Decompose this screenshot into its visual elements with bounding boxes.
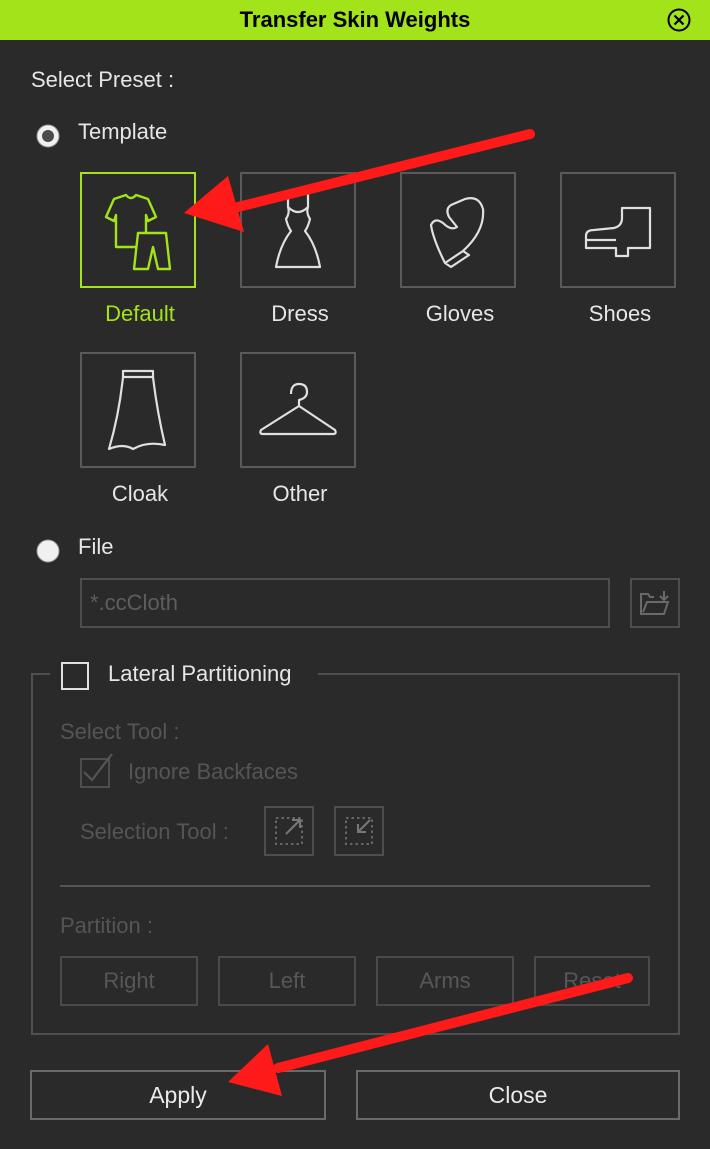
divider bbox=[60, 885, 650, 887]
selection-tool-label: Selection Tool : bbox=[80, 819, 229, 844]
close-circle-icon[interactable] bbox=[666, 7, 692, 33]
clothes-icon bbox=[104, 193, 172, 271]
file-path-input[interactable] bbox=[80, 578, 610, 628]
ignore-backfaces-label: Ignore Backfaces bbox=[128, 759, 298, 784]
partition-arms-button[interactable]: Arms bbox=[376, 956, 514, 1006]
template-dress-tile[interactable] bbox=[240, 172, 356, 288]
partition-left-button[interactable]: Left bbox=[218, 956, 356, 1006]
select-tool-label: Select Tool : bbox=[60, 719, 180, 744]
template-cloak-tile[interactable] bbox=[80, 352, 196, 468]
template-gloves-label: Gloves bbox=[425, 301, 495, 326]
template-dress-label: Dress bbox=[271, 301, 329, 326]
lateral-partitioning-label: Lateral Partitioning bbox=[108, 661, 292, 686]
select-preset-label: Select Preset : bbox=[31, 67, 175, 92]
template-label: Template bbox=[78, 119, 168, 144]
lateral-partitioning-checkbox[interactable] bbox=[61, 662, 89, 690]
template-gloves-tile[interactable] bbox=[400, 172, 516, 288]
template-other-tile[interactable] bbox=[240, 352, 356, 468]
file-label: File bbox=[78, 534, 114, 559]
shoe-icon bbox=[584, 206, 652, 258]
template-radio[interactable] bbox=[36, 124, 60, 148]
partition-reset-button[interactable]: Reset bbox=[534, 956, 650, 1006]
selection-expand-button[interactable] bbox=[264, 806, 314, 856]
skirt-icon bbox=[107, 369, 167, 451]
close-button[interactable]: Close bbox=[356, 1070, 680, 1120]
template-shoes-label: Shoes bbox=[588, 301, 652, 326]
apply-button[interactable]: Apply bbox=[30, 1070, 326, 1120]
select-shrink-icon bbox=[345, 817, 373, 845]
glove-icon bbox=[429, 197, 485, 269]
template-shoes-tile[interactable] bbox=[560, 172, 676, 288]
dress-icon bbox=[274, 193, 322, 269]
select-expand-icon bbox=[275, 817, 303, 845]
template-default-label: Default bbox=[105, 301, 175, 326]
selection-shrink-button[interactable] bbox=[334, 806, 384, 856]
window-title: Transfer Skin Weights bbox=[239, 7, 471, 32]
template-other-label: Other bbox=[272, 481, 328, 506]
template-cloak-label: Cloak bbox=[111, 481, 169, 506]
partition-right-button[interactable]: Right bbox=[60, 956, 198, 1006]
partition-label: Partition : bbox=[60, 913, 153, 938]
file-browse-button[interactable] bbox=[630, 578, 680, 628]
hanger-icon bbox=[259, 382, 337, 436]
checkmark-icon bbox=[83, 753, 113, 782]
ignore-backfaces-checkbox[interactable] bbox=[80, 753, 113, 788]
file-radio[interactable] bbox=[36, 539, 60, 563]
template-default-tile[interactable] bbox=[80, 172, 196, 288]
open-folder-icon bbox=[640, 591, 670, 615]
title-bar: Transfer Skin Weights bbox=[0, 0, 710, 40]
